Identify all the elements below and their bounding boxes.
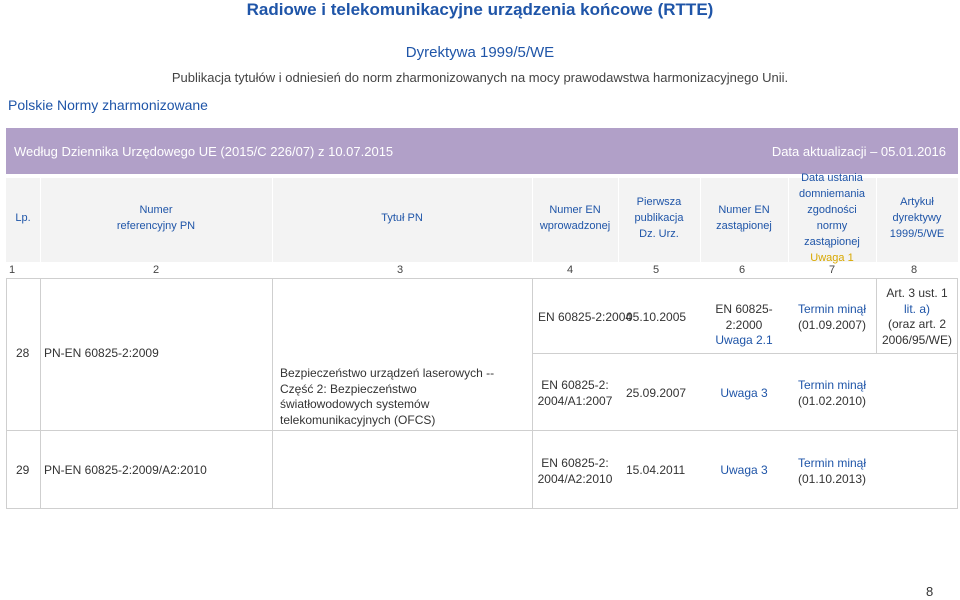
source-banner: Według Dziennika Urzędowego UE (2015/C 2… — [6, 128, 958, 174]
row-28a-first-publication: 05.10.2005 — [626, 310, 687, 324]
document-title: Radiowe i telekomunikacyjne urządzenia k… — [246, 0, 714, 19]
column-number: 1 — [8, 264, 16, 276]
row-28a-en-introduced: EN 60825-2:2004 — [538, 310, 633, 324]
table-border — [272, 278, 273, 508]
page-number: 8 — [926, 584, 934, 599]
col-header-first-publication: Pierwsza publikacja Dz. Urz. — [634, 196, 684, 240]
pn-label: Polskie Normy zharmonizowane — [8, 97, 208, 113]
column-number: 3 — [396, 264, 404, 276]
row-29-presumption-date: Termin minął (01.10.2013) — [797, 456, 867, 486]
col-header-title-pn: Tytuł PN — [381, 212, 423, 225]
col-header-lp: Lp. — [15, 212, 31, 225]
table-rule — [6, 278, 958, 279]
directive-title: Dyrektywa 1999/5/WE — [405, 44, 555, 61]
row-28-article: Art. 3 ust. 1 lit. a) (oraz art. 2 2006/… — [881, 286, 953, 347]
row-28-ref-pn: PN-EN 60825-2:2009 — [44, 346, 159, 360]
row-28a-en-replaced: EN 60825-2:2000 Uwaga 2.1 — [715, 302, 773, 348]
column-number: 4 — [566, 264, 574, 276]
row-28b-presumption-date: Termin minął (01.02.2010) — [797, 378, 867, 408]
row-29-ref-pn: PN-EN 60825-2:2009/A2:2010 — [44, 463, 207, 477]
table-rule — [6, 508, 958, 509]
row-29-note: Uwaga 3 — [720, 463, 768, 477]
row-29-en-introduced: EN 60825-2: 2004/A2:2010 — [537, 456, 613, 486]
publication-note: Publikacja tytułów i odniesień do norm z… — [171, 70, 789, 85]
col-header-en-replaced: Numer EN zastąpionej — [716, 204, 772, 232]
column-number: 2 — [152, 264, 160, 276]
row-29-lp: 29 — [16, 463, 30, 477]
banner-source: Według Dziennika Urzędowego UE (2015/C 2… — [14, 143, 394, 159]
column-number: 8 — [910, 264, 918, 276]
col-header-presumption-date: Data ustania domniemania zgodności normy zas… — [798, 172, 866, 264]
table-border — [40, 278, 41, 508]
row-28b-note: Uwaga 3 — [720, 386, 768, 400]
row-28b-first-publication: 25.09.2007 — [626, 386, 687, 400]
row-28a-presumption-date: Termin minął (01.09.2007) — [797, 302, 867, 332]
column-number: 5 — [652, 264, 660, 276]
column-number: 6 — [738, 264, 746, 276]
col-header-article: Artykuł dyrektywy 1999/5/WE — [889, 196, 945, 240]
row-28-lp: 28 — [16, 346, 30, 360]
table-rule — [6, 430, 958, 431]
table-border — [6, 278, 7, 508]
col-header-ref-pn: Numer referencyjny PN — [116, 204, 196, 232]
row-29-first-publication: 15.04.2011 — [626, 463, 686, 477]
row-28-title: Bezpieczeństwo urządzeń laserowych -- Cz… — [280, 366, 495, 427]
col-header-en-introduced: Numer EN wprowadzonej — [539, 204, 611, 232]
row-28b-en-introduced: EN 60825-2: 2004/A1:2007 — [537, 378, 613, 408]
banner-update-date: Data aktualizacji – 05.01.2016 — [771, 143, 946, 159]
table-subrule — [532, 353, 958, 354]
column-number: 7 — [828, 264, 836, 276]
